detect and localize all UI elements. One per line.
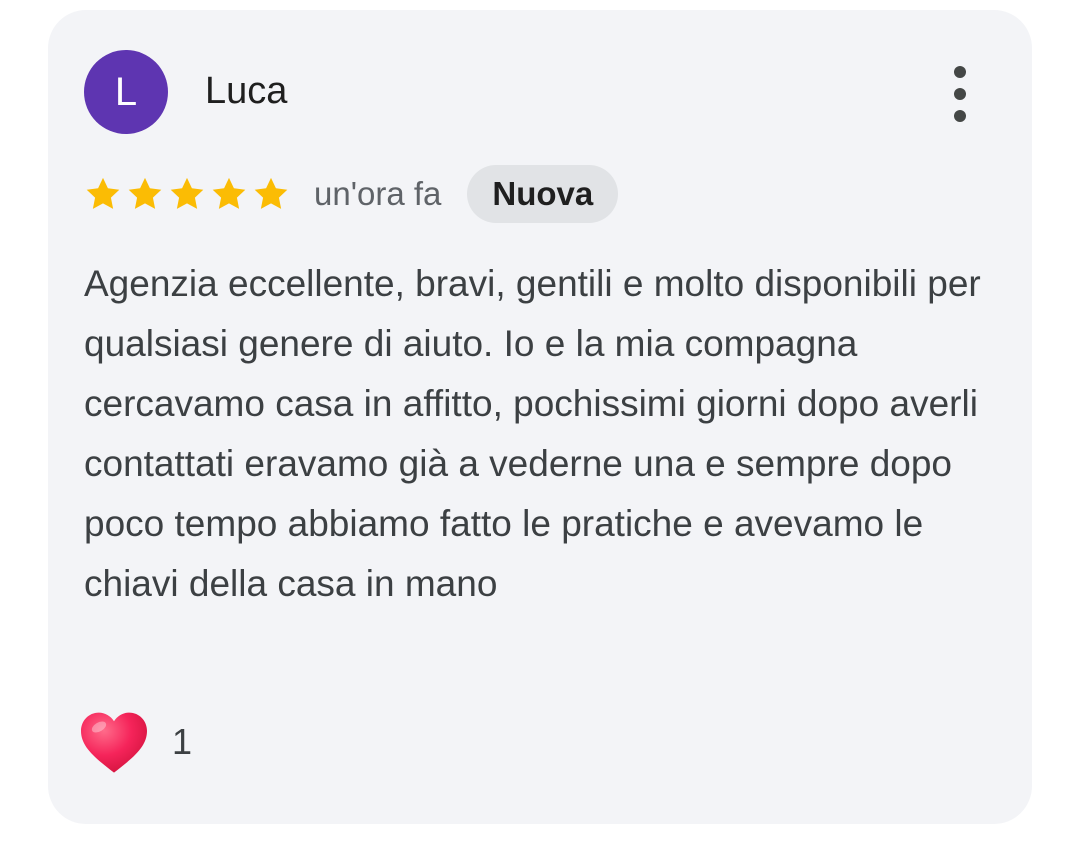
- star-icon: [128, 177, 162, 209]
- reaction-button[interactable]: 1: [78, 704, 192, 780]
- avatar[interactable]: L: [84, 50, 168, 134]
- more-vert-icon-dot: [954, 110, 966, 122]
- heart-icon: [81, 712, 147, 773]
- more-vert-icon-dot: [954, 88, 966, 100]
- more-options-button[interactable]: [938, 66, 982, 122]
- more-vert-icon: [954, 66, 966, 78]
- reviewer-name[interactable]: Luca: [205, 68, 287, 114]
- star-icon: [212, 177, 246, 209]
- review-time: un'ora fa: [314, 175, 442, 212]
- reaction-count: 1: [172, 721, 193, 762]
- review-text: Agenzia eccellente, bravi, gentili e mol…: [84, 263, 981, 604]
- star-icon: [170, 177, 204, 209]
- star-rating: [84, 175, 290, 213]
- star-icon: [254, 177, 288, 209]
- star-icon: [86, 177, 120, 209]
- review-card: L Luca un'ora fa Nuova Agenzia eccellent…: [48, 10, 1032, 824]
- rating-row: un'ora fa Nuova: [84, 164, 619, 224]
- new-badge: Nuova: [467, 165, 619, 223]
